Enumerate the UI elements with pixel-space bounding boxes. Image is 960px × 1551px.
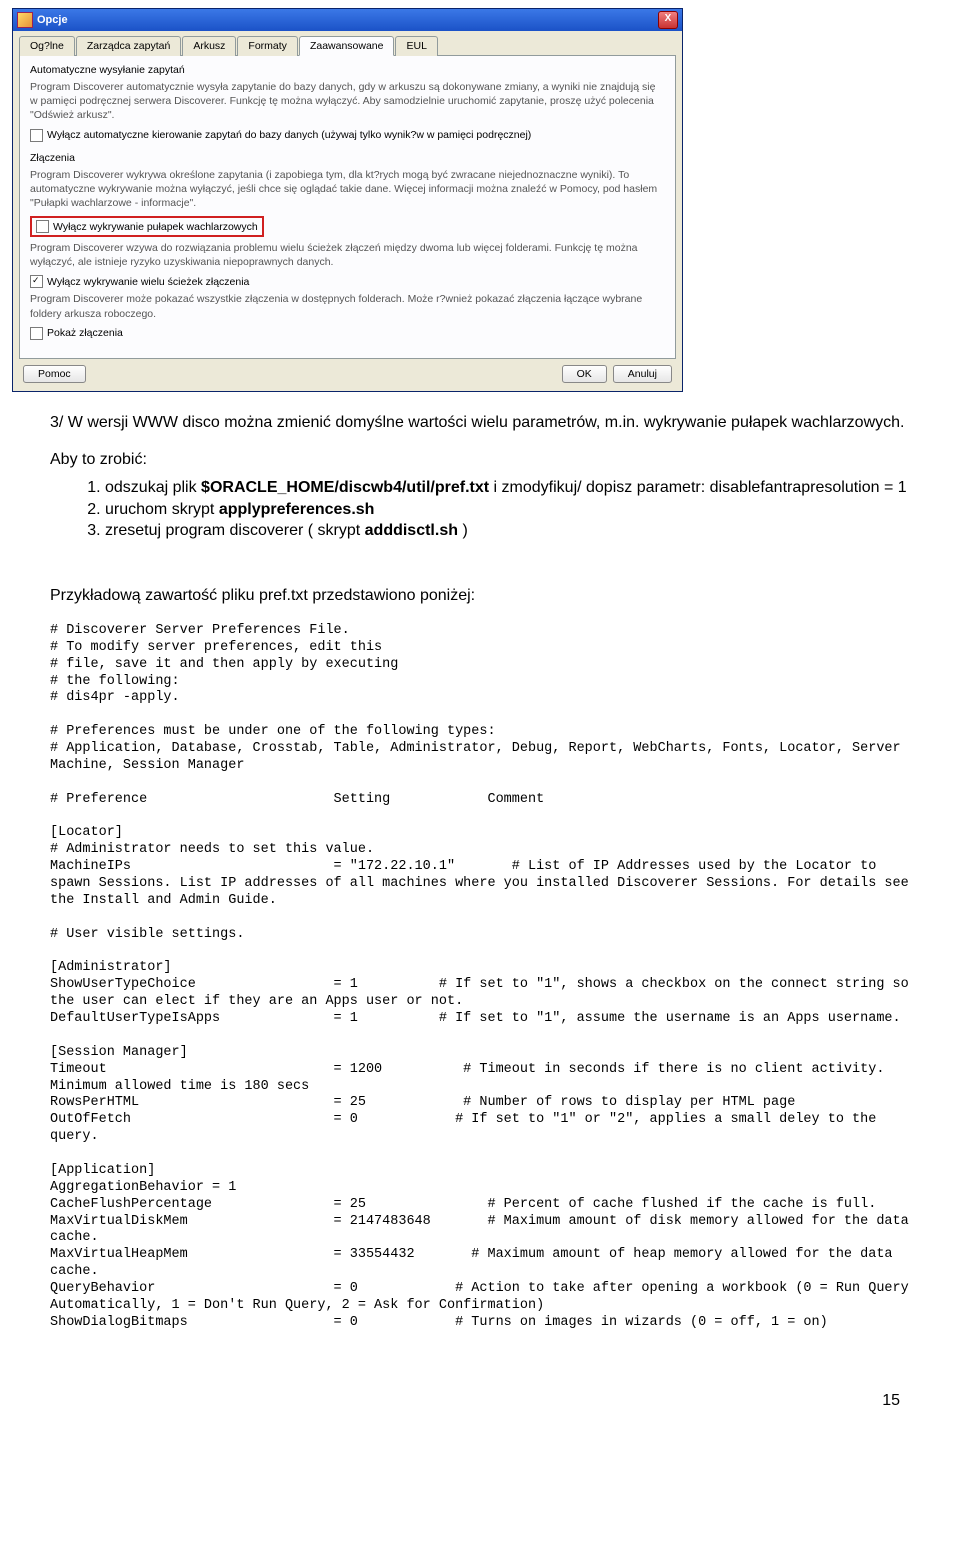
checkbox-disable-auto-query[interactable] <box>30 129 43 142</box>
checkbox-show-joins[interactable] <box>30 327 43 340</box>
paragraph-example-lead: Przykładową zawartość pliku pref.txt prz… <box>50 585 910 607</box>
pref-file-content: # Discoverer Server Preferences File. # … <box>50 623 910 1332</box>
highlighted-option: Wyłącz wykrywanie pułapek wachlarzowych <box>30 216 264 237</box>
checkbox-show-joins-label: Pokaż złączenia <box>47 327 123 339</box>
options-dialog: Opcje X Og?lne Zarządca zapytań Arkusz F… <box>12 8 683 392</box>
tab-formats[interactable]: Formaty <box>237 36 298 56</box>
group-joins-desc1: Program Discoverer wykrywa określone zap… <box>30 168 665 211</box>
step-1: odszukaj plik $ORACLE_HOME/discwb4/util/… <box>105 477 910 499</box>
close-icon[interactable]: X <box>658 11 678 29</box>
group-joins-title: Złączenia <box>30 152 665 164</box>
ok-button[interactable]: OK <box>562 365 607 383</box>
step-1-text-a: odszukaj plik <box>105 479 201 496</box>
tab-general[interactable]: Og?lne <box>19 36 75 56</box>
step-3-text-c: ) <box>458 522 468 539</box>
checkbox-disable-auto-query-label: Wyłącz automatyczne kierowanie zapytań d… <box>47 129 531 141</box>
tab-advanced[interactable]: Zaawansowane <box>299 36 395 56</box>
tab-panel: Automatyczne wysyłanie zapytań Program D… <box>19 56 676 359</box>
button-row: Pomoc OK Anuluj <box>19 359 676 385</box>
steps-list: odszukaj plik $ORACLE_HOME/discwb4/util/… <box>50 477 910 542</box>
group-joins-desc2: Program Discoverer wzywa do rozwiązania … <box>30 241 665 269</box>
tab-eul[interactable]: EUL <box>395 36 437 56</box>
paragraph-steps-lead: Aby to zrobić: <box>50 449 910 471</box>
tab-strip: Og?lne Zarządca zapytań Arkusz Formaty Z… <box>19 35 676 56</box>
checkbox-disable-multipath-label: Wyłącz wykrywanie wielu ścieżek złączeni… <box>47 276 249 288</box>
checkbox-disable-multipath[interactable] <box>30 275 43 288</box>
step-2-text-a: uruchom skrypt <box>105 501 219 518</box>
tab-query-manager[interactable]: Zarządca zapytań <box>76 36 181 56</box>
step-3-text-a: zresetuj program discoverer ( skrypt <box>105 522 365 539</box>
page-number: 15 <box>0 1362 960 1430</box>
window-title: Opcje <box>37 14 68 26</box>
paragraph-intro: 3/ W wersji WWW disco można zmienić domy… <box>50 412 910 434</box>
group-joins-desc3: Program Discoverer może pokazać wszystki… <box>30 292 665 320</box>
titlebar: Opcje X <box>13 9 682 31</box>
group-auto-query-title: Automatyczne wysyłanie zapytań <box>30 64 665 76</box>
step-2-script: applypreferences.sh <box>219 501 375 518</box>
document-body: 3/ W wersji WWW disco można zmienić domy… <box>0 412 960 1362</box>
tab-sheet[interactable]: Arkusz <box>182 36 236 56</box>
step-3: zresetuj program discoverer ( skrypt add… <box>105 520 910 542</box>
step-1-text-c: i zmodyfikuj/ dopisz parametr: disablefa… <box>489 479 907 496</box>
checkbox-disable-fantrap-label: Wyłącz wykrywanie pułapek wachlarzowych <box>53 221 258 233</box>
step-3-script: adddisctl.sh <box>365 522 458 539</box>
cancel-button[interactable]: Anuluj <box>613 365 672 383</box>
app-icon <box>17 12 33 28</box>
group-auto-query-desc: Program Discoverer automatycznie wysyła … <box>30 80 665 123</box>
step-1-path: $ORACLE_HOME/discwb4/util/pref.txt <box>201 479 489 496</box>
checkbox-disable-fantrap[interactable] <box>36 220 49 233</box>
help-button[interactable]: Pomoc <box>23 365 86 383</box>
step-2: uruchom skrypt applypreferences.sh <box>105 499 910 521</box>
